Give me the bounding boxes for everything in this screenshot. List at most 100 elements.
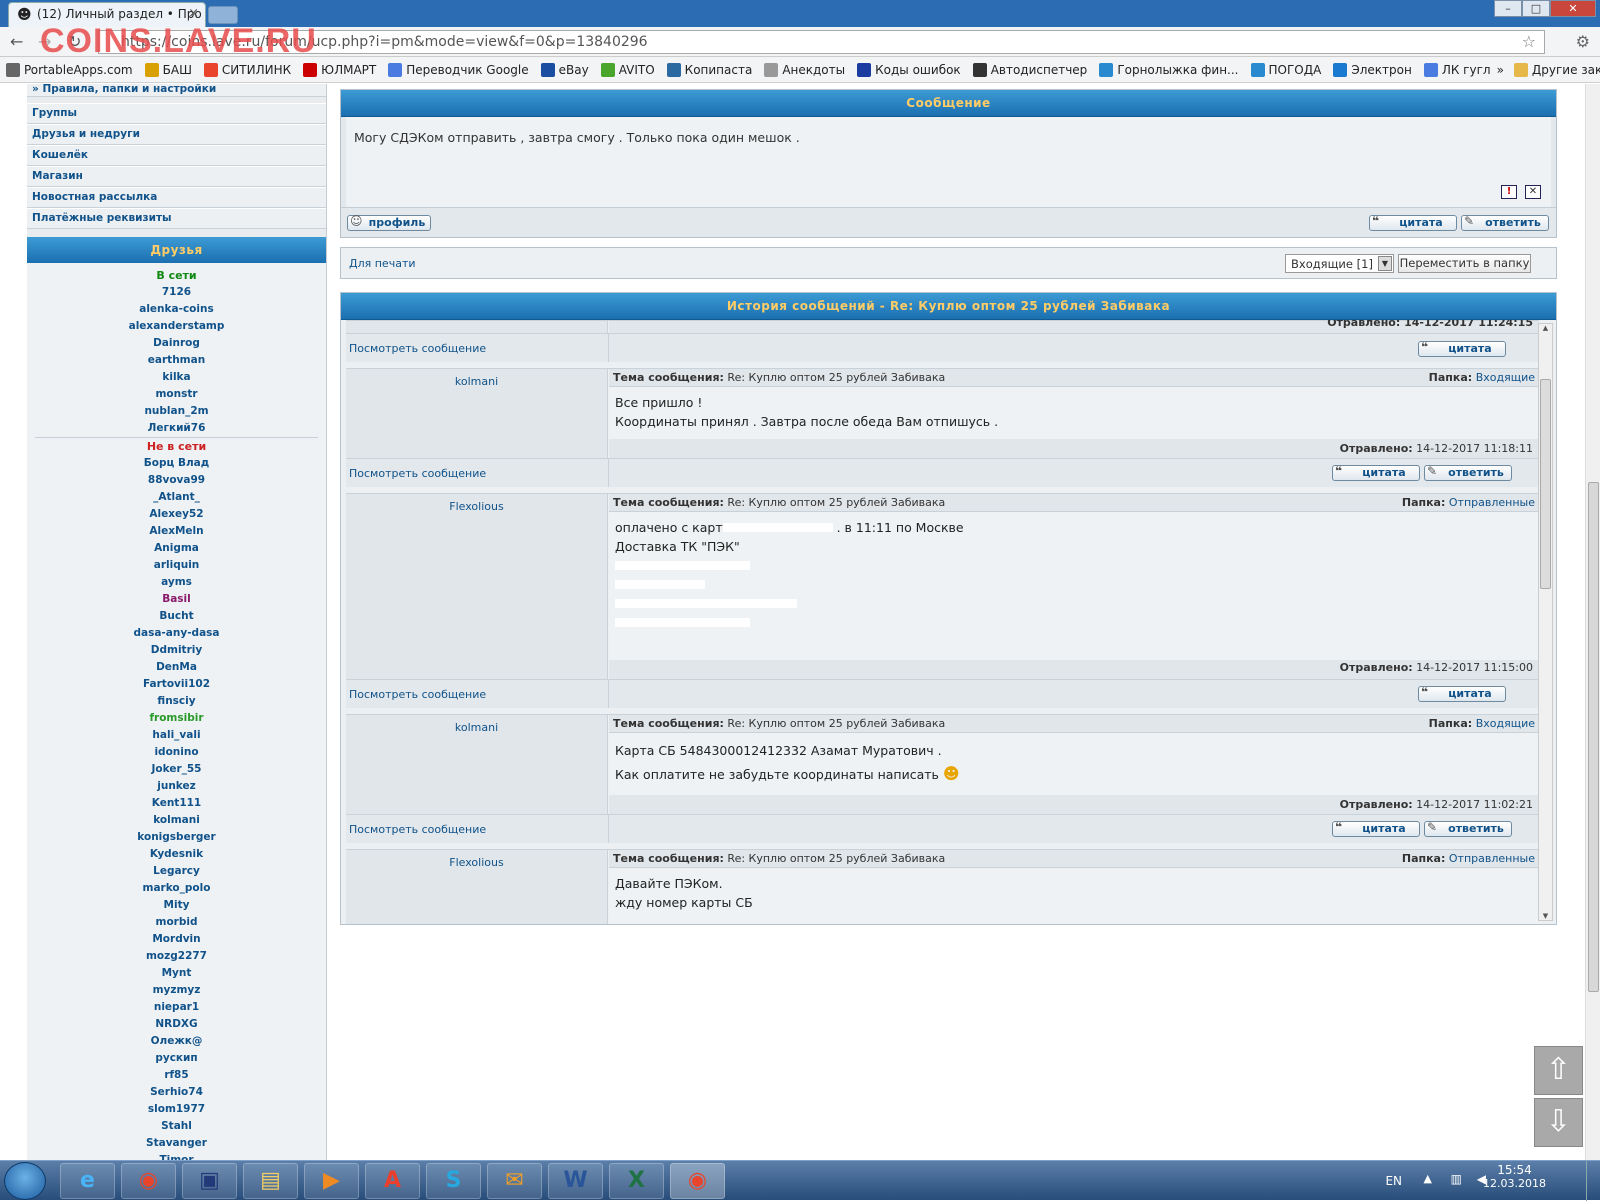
quote-button[interactable]: ❝ цитата (1332, 820, 1420, 837)
report-icon[interactable]: ! (1501, 185, 1517, 199)
friend-offline[interactable]: NRDXG (27, 1016, 326, 1033)
friend-offline[interactable]: Олежк@ (27, 1033, 326, 1050)
friend-offline[interactable]: рускип (27, 1050, 326, 1067)
show-desktop-button[interactable] (1586, 1161, 1600, 1201)
bookmark-item[interactable]: ЛК гугл (1423, 62, 1491, 77)
sidebar-menu-item[interactable]: Кошелёк (27, 145, 326, 166)
bookmark-item[interactable]: Копипаста (666, 62, 752, 77)
friend-offline[interactable]: Alexey52 (27, 506, 326, 523)
friend-offline[interactable]: Timor (27, 1152, 326, 1160)
friend-offline[interactable]: myzmyz (27, 982, 326, 999)
view-message-link[interactable]: Посмотреть сообщение (349, 823, 486, 836)
friend-offline[interactable]: Mity (27, 897, 326, 914)
scroll-to-bottom-button[interactable]: ⇩ (1534, 1098, 1583, 1147)
quote-button[interactable]: ❝ цитата (1418, 340, 1506, 357)
page-scrollbar[interactable] (1585, 84, 1600, 1160)
maximize-button[interactable]: □ (1522, 0, 1550, 17)
friend-offline[interactable]: _Atlant_ (27, 489, 326, 506)
bookmark-item[interactable]: eBay (540, 62, 589, 77)
bookmark-item[interactable]: Коды ошибок (857, 62, 961, 77)
history-scrollbar[interactable]: ▲ ▼ (1538, 323, 1553, 921)
chrome-active-taskbar-icon[interactable]: ◉ (670, 1163, 725, 1199)
friend-offline[interactable]: marko_polo (27, 880, 326, 897)
friend-offline[interactable]: niepar1 (27, 999, 326, 1016)
friend-offline[interactable]: ayms (27, 574, 326, 591)
word-taskbar-icon[interactable]: W (548, 1163, 603, 1199)
bookmark-item[interactable]: PortableApps.com (6, 62, 133, 77)
sidebar-menu-item[interactable]: Платёжные реквизиты (27, 208, 326, 229)
friend-offline[interactable]: 88vova99 (27, 472, 326, 489)
friend-offline[interactable]: finsciy (27, 693, 326, 710)
friend-online[interactable]: nublan_2m (27, 403, 326, 420)
bookmark-item[interactable]: ЮЛМАРТ (303, 62, 376, 77)
move-to-folder-button[interactable]: Переместить в папку (1398, 254, 1531, 273)
friend-offline[interactable]: Kydesnik (27, 846, 326, 863)
quote-button[interactable]: ❝ цитата (1332, 464, 1420, 481)
sidebar-menu-item[interactable]: Магазин (27, 166, 326, 187)
friend-offline[interactable]: Bucht (27, 608, 326, 625)
friend-offline[interactable]: fromsibir (27, 710, 326, 727)
author-name[interactable]: kolmani (346, 369, 608, 458)
clock[interactable]: 15:54 12.03.2018 (1483, 1163, 1546, 1190)
acrobat-taskbar-icon[interactable]: A (365, 1163, 420, 1199)
bookmark-item[interactable]: Автодиспетчер (972, 62, 1087, 77)
friend-offline[interactable]: konigsberger (27, 829, 326, 846)
friend-online[interactable]: alenka-coins (27, 301, 326, 318)
view-message-link[interactable]: Посмотреть сообщение (349, 688, 486, 701)
sidebar-menu-item[interactable]: Друзья и недруги (27, 124, 326, 145)
bookmark-star-icon[interactable]: ☆ (1522, 32, 1536, 51)
friend-offline[interactable]: Basil (27, 591, 326, 608)
friend-offline[interactable]: morbid (27, 914, 326, 931)
close-tab-icon[interactable]: × (188, 6, 199, 21)
scroll-down-icon[interactable]: ▼ (1539, 912, 1552, 920)
history-scroll-thumb[interactable] (1540, 379, 1551, 589)
quote-button[interactable]: ❝ цитата (1418, 685, 1506, 702)
author-name[interactable]: Flexolious (346, 494, 608, 679)
wrench-menu-icon[interactable]: ⚙ (1576, 32, 1590, 51)
quote-button[interactable]: ❝ цитата (1369, 214, 1457, 231)
friend-offline[interactable]: dasa-any-dasa (27, 625, 326, 642)
bookmark-item[interactable]: Анекдоты (764, 62, 845, 77)
friend-offline[interactable]: rf85 (27, 1067, 326, 1084)
friend-offline[interactable]: idonino (27, 744, 326, 761)
media-player-taskbar-icon[interactable]: ▶ (304, 1163, 359, 1199)
friend-offline[interactable]: Ddmitriy (27, 642, 326, 659)
minimize-button[interactable]: – (1494, 0, 1522, 17)
delete-icon[interactable]: ✕ (1525, 185, 1541, 199)
history-list[interactable]: Отравлено: 14-12-2017 11:24:15 Посмотрет… (341, 320, 1556, 924)
bookmark-item[interactable]: СИТИЛИНК (203, 62, 291, 77)
ie-taskbar-icon[interactable]: e (60, 1163, 115, 1199)
scroll-to-top-button[interactable]: ⇧ (1534, 1046, 1583, 1095)
bookmark-item[interactable]: Горнолыжка фин... (1099, 62, 1239, 77)
friend-online[interactable]: earthman (27, 352, 326, 369)
friend-online[interactable]: 7126 (27, 284, 326, 301)
friend-offline[interactable]: junkez (27, 778, 326, 795)
author-name[interactable]: kolmani (346, 715, 608, 814)
friend-offline[interactable]: Stavanger (27, 1135, 326, 1152)
friend-offline[interactable]: Mordvin (27, 931, 326, 948)
start-button[interactable] (4, 1162, 46, 1200)
friend-offline[interactable]: Fartovii102 (27, 676, 326, 693)
friend-offline[interactable]: Stahl (27, 1118, 326, 1135)
bookmark-item[interactable]: Электрон (1333, 62, 1412, 77)
print-link[interactable]: Для печати (349, 257, 416, 270)
friend-offline[interactable]: Joker_55 (27, 761, 326, 778)
view-message-link[interactable]: Посмотреть сообщение (349, 342, 486, 355)
friend-offline[interactable]: kolmani (27, 812, 326, 829)
scroll-up-icon[interactable]: ▲ (1539, 324, 1552, 332)
close-window-button[interactable]: ✕ (1550, 0, 1596, 17)
friend-online[interactable]: Dainrog (27, 335, 326, 352)
friend-offline[interactable]: Serhio74 (27, 1084, 326, 1101)
friend-offline[interactable]: Anigma (27, 540, 326, 557)
friend-online[interactable]: kilka (27, 369, 326, 386)
back-arrow-icon[interactable]: ← (10, 32, 23, 51)
outlook-taskbar-icon[interactable]: ✉ (487, 1163, 542, 1199)
friend-offline[interactable]: Mynt (27, 965, 326, 982)
sidebar-item-rules[interactable]: » Правила, папки и настройки (27, 84, 326, 97)
friend-offline[interactable]: hali_vali (27, 727, 326, 744)
other-bookmarks-folder[interactable]: Другие закладки (1513, 62, 1600, 77)
sidebar-menu-item[interactable]: Группы (27, 103, 326, 124)
sidebar-menu-item[interactable]: Новостная рассылка (27, 187, 326, 208)
friend-offline[interactable]: arliquin (27, 557, 326, 574)
view-message-link[interactable]: Посмотреть сообщение (349, 467, 486, 480)
